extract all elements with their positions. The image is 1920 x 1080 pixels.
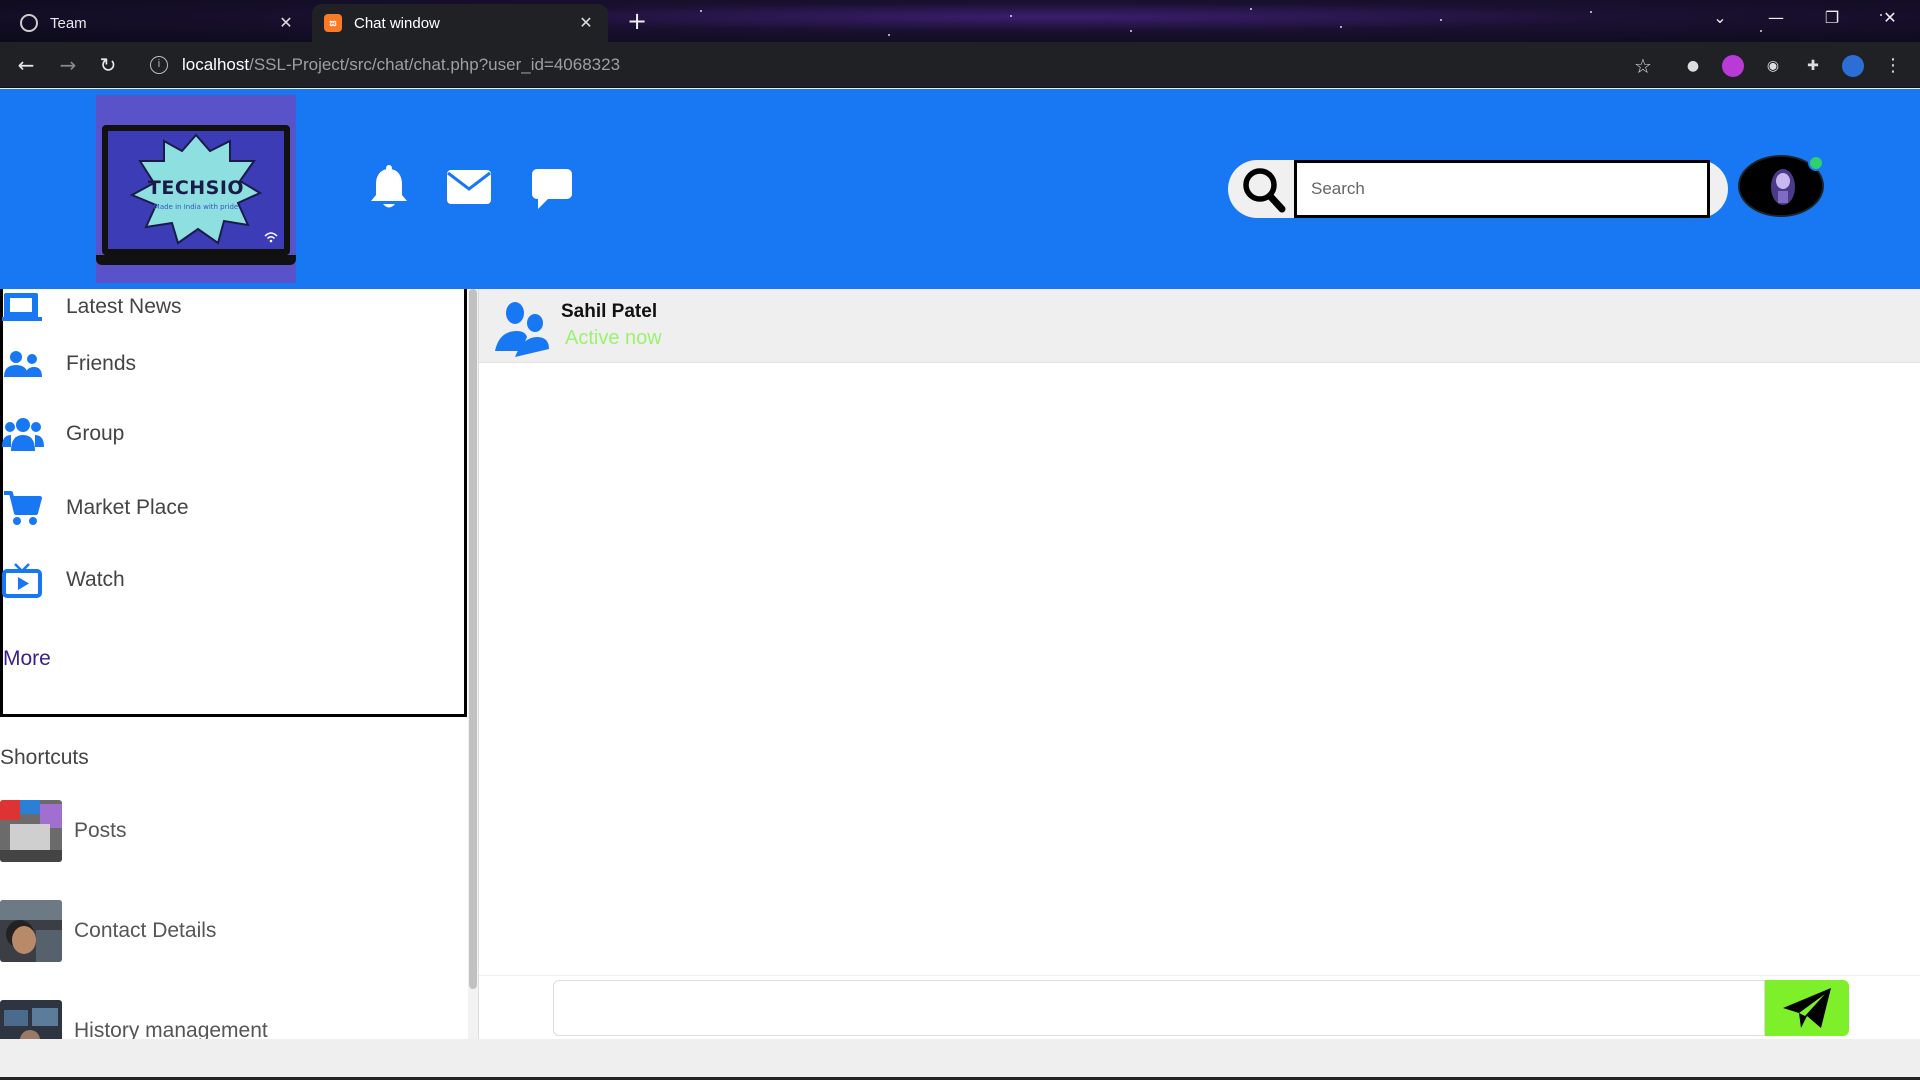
send-button[interactable] [1765,980,1849,1036]
shortcut-thumbnail [0,800,62,862]
message-input[interactable] [553,980,1765,1036]
search-icon[interactable] [1238,165,1290,213]
extensions-puzzle-icon[interactable]: ✚ [1802,55,1824,77]
shortcut-posts[interactable]: Posts [0,799,460,863]
sidebar-item-market-place[interactable]: Market Place [0,483,460,533]
sidebar-item-label: Group [66,422,125,445]
tab-search-icon[interactable]: ⌄ [1700,8,1740,27]
url-path: /SSL-Project/src/chat/chat.php?user_id=4… [249,55,621,74]
page-bottom-strip [0,1039,1920,1080]
logo-text: TECHSIO [147,177,245,199]
forward-button[interactable]: → [54,52,82,80]
logo-tagline: Made in India with pride [153,203,239,211]
extension-mouse-icon[interactable]: ● [1682,55,1704,77]
extension-purple-icon[interactable] [1722,55,1744,77]
close-window-button[interactable]: ✕ [1870,8,1910,27]
online-status-dot [1808,155,1824,171]
tv-icon [2,563,42,598]
notifications-bell-icon[interactable] [368,165,410,211]
browser-menu-icon[interactable]: ⋮ [1882,55,1904,77]
tab-title: Team [50,14,87,32]
browser-tab-bar: Team ✕ ಙ Chat window ✕ + ⌄ — ❐ ✕ [0,0,1920,42]
shortcuts-heading: Shortcuts [0,746,89,769]
message-list [479,363,1920,975]
bookmark-star-icon[interactable]: ☆ [1632,55,1654,77]
left-sidebar: Latest News Friends Group Market Place W… [0,289,478,1039]
tab-title: Chat window [354,14,440,32]
site-info-icon[interactable]: i [150,56,168,74]
techsio-logo[interactable]: TECHSIO Made in India with pride [96,95,296,283]
tab-team[interactable]: Team ✕ [8,4,308,42]
sidebar-scrollbar-thumb[interactable] [469,289,477,989]
search-input[interactable] [1294,160,1710,218]
group-icon [2,418,44,451]
contact-avatar-icon[interactable] [493,299,551,357]
send-paper-plane-icon [1783,988,1831,1028]
message-composer [479,975,1920,1039]
shortcut-label: History management [74,1019,268,1039]
shortcut-thumbnail [0,1000,62,1039]
sidebar-item-latest-news[interactable]: Latest News [0,289,460,332]
close-tab-icon[interactable]: ✕ [576,13,596,33]
restore-button[interactable]: ❐ [1812,8,1852,27]
sidebar-item-watch[interactable]: Watch [0,555,460,605]
reload-button[interactable]: ↻ [94,52,122,80]
chat-header: Sahil Patel Active now [479,289,1920,363]
contact-status: Active now [565,327,662,349]
sidebar-item-friends[interactable]: Friends [0,339,460,389]
new-tab-button[interactable]: + [624,9,650,35]
contact-name: Sahil Patel [561,301,658,322]
more-link[interactable]: More [3,647,51,671]
chat-panel: Sahil Patel Active now [478,289,1920,1039]
globe-icon [20,14,38,32]
shortcut-label: Posts [74,819,127,842]
sidebar-item-label: Market Place [66,496,189,519]
profile-icon[interactable] [1842,55,1864,77]
shortcut-label: Contact Details [74,919,217,942]
shortcut-contact-details[interactable]: Contact Details [0,899,460,963]
extension-glasses-icon[interactable]: ◉ [1762,55,1784,77]
shortcut-history-management[interactable]: History management [0,999,460,1039]
logo-laptop-base [96,255,296,265]
site-header: TECHSIO Made in India with pride [0,89,1920,289]
news-icon [2,293,42,321]
friends-icon [4,351,42,377]
wifi-icon [264,232,278,243]
sidebar-item-label: Latest News [66,295,182,318]
minimize-button[interactable]: — [1756,8,1796,27]
url-host: localhost [182,55,250,74]
cart-icon [4,491,42,525]
shortcut-thumbnail [0,900,62,962]
sidebar-scrollbar[interactable] [468,289,478,1039]
xampp-icon: ಙ [324,14,342,32]
sidebar-item-label: Watch [66,568,125,591]
address-bar[interactable]: i localhost/SSL-Project/src/chat/chat.ph… [140,48,1660,82]
messages-envelope-icon[interactable] [446,169,492,205]
close-tab-icon[interactable]: ✕ [276,13,296,33]
logo-laptop-screen: TECHSIO Made in India with pride [102,125,290,255]
browser-toolbar: ← → ↻ i localhost/SSL-Project/src/chat/c… [0,42,1920,88]
tab-chat-window[interactable]: ಙ Chat window ✕ [312,4,608,42]
sidebar-item-label: Friends [66,352,137,375]
chat-bubble-icon[interactable] [530,167,574,211]
sidebar-item-group[interactable]: Group [0,409,460,459]
back-button[interactable]: ← [12,52,40,80]
